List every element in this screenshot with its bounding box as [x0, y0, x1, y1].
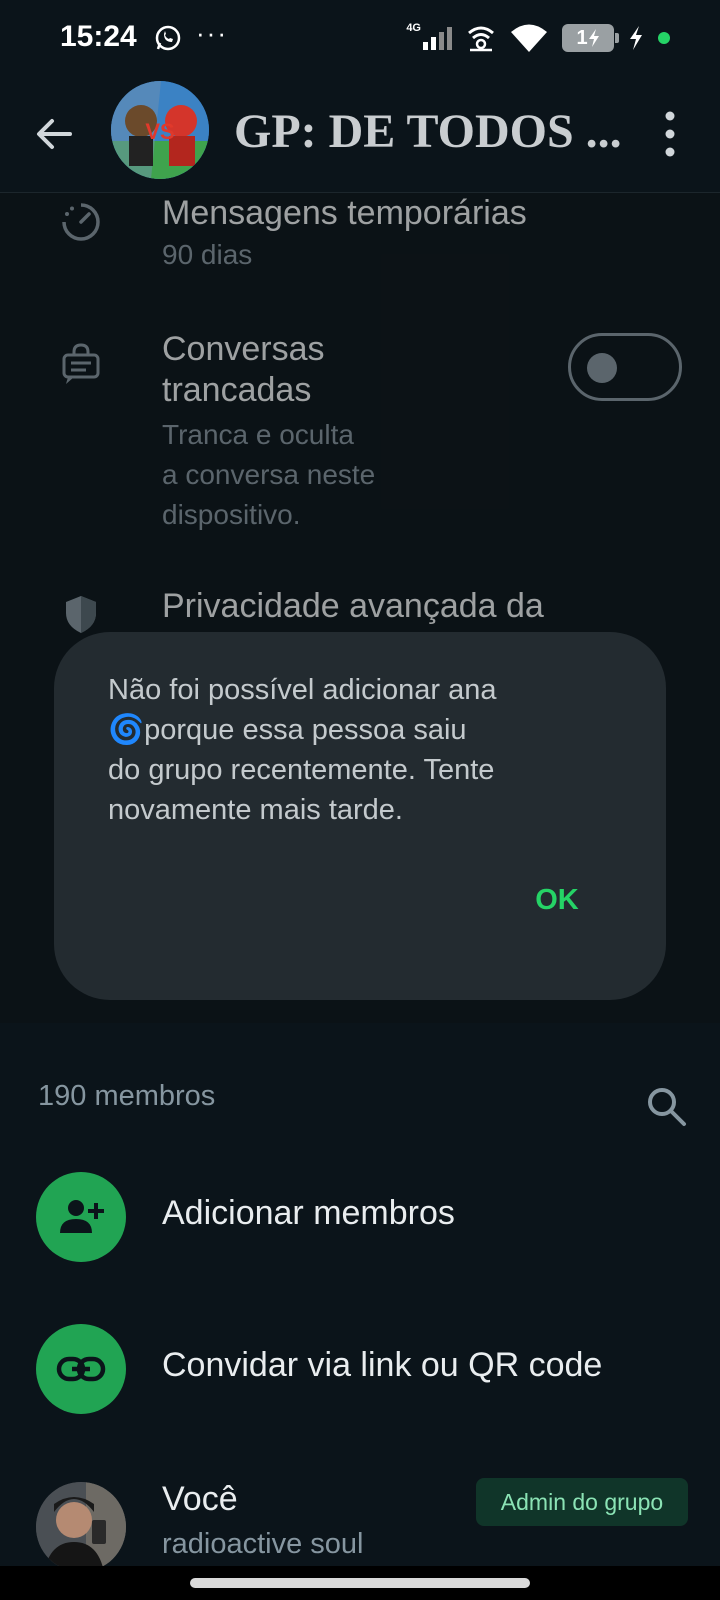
invite-link-row[interactable]: Convidar via link ou QR code — [0, 1324, 720, 1444]
dialog-message-line2: 🌀porque essa pessoa saiu — [108, 714, 467, 746]
group-title[interactable]: GP: DE TODOS ... — [234, 104, 622, 159]
add-members-label: Adicionar membros — [162, 1194, 455, 1232]
charging-icon — [630, 26, 642, 50]
cell-signal-icon — [423, 26, 452, 50]
members-section: 190 membros Adicionar membros Convidar v… — [0, 1040, 720, 1600]
member-name: Você — [162, 1480, 238, 1518]
home-gesture-handle[interactable] — [190, 1578, 530, 1588]
add-member-button[interactable] — [36, 1172, 126, 1262]
status-time: 15:24 — [60, 20, 137, 53]
more-options-icon[interactable] — [650, 106, 690, 162]
members-count: 190 membros — [38, 1080, 216, 1112]
avatar[interactable] — [36, 1482, 126, 1572]
charging-bolt-icon — [588, 29, 599, 47]
battery-icon: 1 — [562, 24, 619, 52]
app-header: VS GP: DE TODOS ... — [0, 78, 720, 193]
wifi-calling-icon — [468, 26, 494, 52]
dialog-message-line3: do grupo recentemente. Tente — [108, 754, 495, 786]
add-members-row[interactable]: Adicionar membros — [0, 1172, 720, 1292]
network-type: 4G — [406, 22, 421, 34]
invite-link-button[interactable] — [36, 1324, 126, 1414]
battery-level: 1 — [576, 26, 588, 49]
wifi-icon — [511, 24, 547, 52]
back-arrow-icon[interactable] — [30, 110, 78, 158]
status-icons: 4G 1 — [406, 22, 670, 54]
group-avatar[interactable]: VS — [111, 81, 209, 179]
invite-link-label: Convidar via link ou QR code — [162, 1346, 603, 1384]
privacy-indicator-dot — [658, 32, 670, 44]
dialog-message-line1: Não foi possível adicionar ana — [108, 674, 497, 706]
whatsapp-notification-icon — [155, 25, 181, 51]
error-dialog: Não foi possível adicionar ana 🌀porque e… — [54, 632, 666, 1000]
navigation-bar — [0, 1566, 720, 1600]
status-bar: 15:24 ··· 4G 1 — [0, 0, 720, 78]
dialog-message-line4: novamente mais tarde. — [108, 794, 403, 826]
link-icon — [56, 1356, 106, 1382]
member-status: radioactive soul — [162, 1528, 364, 1560]
admin-badge: Admin do grupo — [476, 1478, 688, 1526]
avatar-vs-text: VS — [145, 119, 174, 144]
search-icon[interactable] — [644, 1084, 688, 1128]
dialog-message: Não foi possível adicionar ana 🌀porque e… — [108, 670, 608, 830]
add-person-icon — [60, 1200, 104, 1233]
ok-button[interactable]: OK — [502, 870, 612, 930]
more-notifications-icon: ··· — [196, 18, 228, 48]
